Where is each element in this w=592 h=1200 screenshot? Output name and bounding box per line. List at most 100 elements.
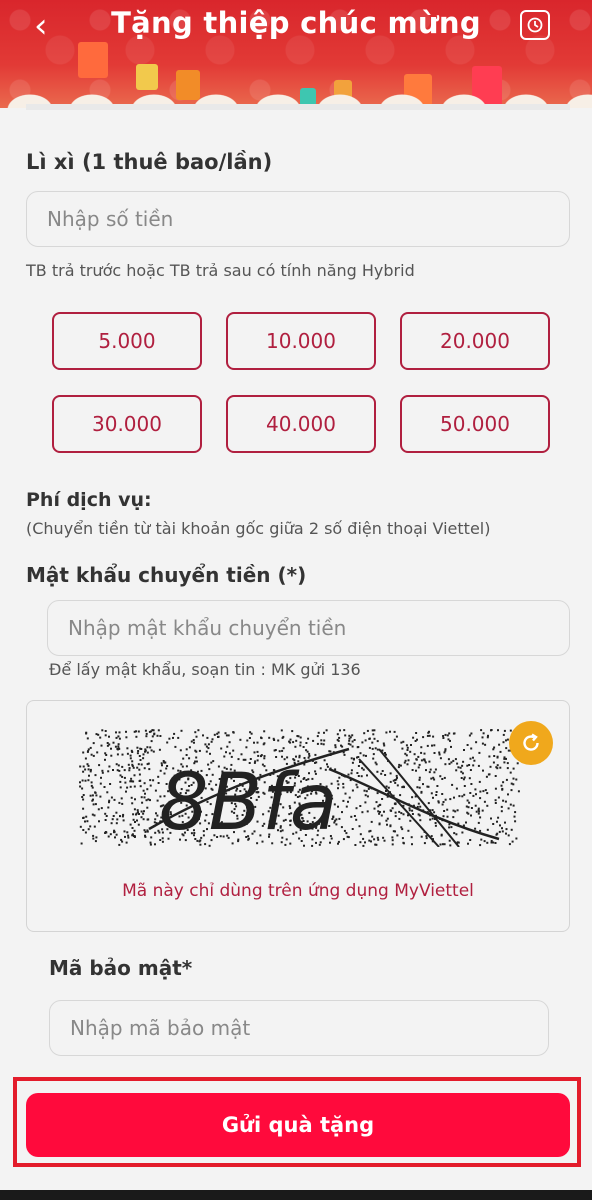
captcha-noise-dot: [468, 734, 471, 737]
captcha-noise-dot: [394, 803, 397, 806]
captcha-noise-dot: [336, 733, 339, 736]
captcha-noise-dot: [106, 791, 109, 794]
captcha-noise-dot: [502, 733, 505, 736]
captcha-noise-dot: [197, 729, 200, 732]
captcha-noise-dot: [481, 809, 484, 812]
captcha-noise-dot: [494, 787, 497, 790]
captcha-noise-dot: [148, 730, 151, 733]
captcha-noise-dot: [281, 736, 284, 739]
captcha-noise-dot: [402, 842, 405, 845]
captcha-noise-dot: [423, 842, 426, 845]
captcha-noise-dot: [143, 782, 146, 785]
captcha-noise-dot: [112, 769, 114, 771]
amount-option-50000[interactable]: 50.000: [400, 395, 550, 453]
captcha-noise-dot: [361, 811, 364, 814]
captcha-noise-dot: [409, 750, 412, 753]
captcha-noise-dot: [225, 751, 227, 754]
refresh-captcha-button[interactable]: [509, 721, 553, 765]
captcha-noise-dot: [484, 743, 487, 746]
amount-option-30000[interactable]: 30.000: [52, 395, 202, 453]
captcha-noise-dot: [127, 763, 130, 766]
captcha-noise-dot: [362, 837, 365, 840]
captcha-noise-dot: [268, 736, 271, 739]
captcha-noise-dot: [342, 838, 345, 841]
captcha-noise-dot: [473, 759, 476, 762]
history-button[interactable]: [520, 10, 550, 40]
captcha-noise-dot: [140, 816, 143, 819]
captcha-noise-dot: [424, 761, 427, 764]
captcha-noise-dot: [92, 834, 95, 837]
captcha-noise-dot: [372, 757, 375, 760]
captcha-noise-dot: [502, 799, 505, 802]
captcha-noise-dot: [123, 830, 126, 833]
captcha-noise-dot: [496, 820, 498, 823]
captcha-noise-dot: [439, 757, 442, 760]
password-input[interactable]: Nhập mật khẩu chuyển tiền: [47, 600, 570, 656]
captcha-noise-dot: [443, 776, 446, 779]
captcha-noise-dot: [455, 787, 458, 790]
captcha-noise-dot: [376, 792, 379, 795]
security-placeholder: Nhập mã bảo mật: [70, 1016, 251, 1040]
captcha-noise-dot: [427, 731, 430, 734]
captcha-noise-dot: [434, 768, 437, 771]
captcha-noise-dot: [474, 788, 477, 791]
amount-option-10000[interactable]: 10.000: [226, 312, 376, 370]
captcha-noise-dot: [120, 797, 123, 800]
captcha-noise-dot: [127, 834, 130, 837]
captcha-noise-dot: [474, 804, 477, 807]
captcha-noise-dot: [408, 807, 411, 810]
captcha-noise-dot: [439, 843, 442, 846]
captcha-noise-dot: [442, 735, 445, 737]
submit-gift-button[interactable]: Gửi quà tặng: [26, 1093, 570, 1157]
captcha-noise-dot: [368, 746, 371, 749]
captcha-noise-dot: [494, 802, 497, 804]
captcha-noise-dot: [104, 730, 107, 732]
amount-option-20000[interactable]: 20.000: [400, 312, 550, 370]
captcha-noise-dot: [133, 785, 136, 788]
captcha-noise-dot: [374, 747, 377, 750]
captcha-noise-dot: [383, 810, 385, 813]
captcha-noise-dot: [217, 731, 220, 734]
captcha-noise-dot: [448, 839, 451, 842]
captcha-noise-dot: [99, 736, 102, 739]
captcha-noise-dot: [420, 746, 423, 749]
captcha-noise-dot: [207, 743, 210, 746]
captcha-noise-dot: [481, 742, 484, 745]
captcha-noise-dot: [256, 741, 259, 744]
captcha-noise-dot: [107, 806, 110, 809]
captcha-noise-dot: [429, 818, 432, 821]
captcha-noise-dot: [371, 835, 374, 838]
security-code-input[interactable]: Nhập mã bảo mật: [49, 1000, 549, 1056]
captcha-noise-dot: [373, 737, 376, 740]
amount-input[interactable]: Nhập số tiền: [26, 191, 570, 247]
captcha-noise-dot: [157, 729, 160, 732]
captcha-noise-dot: [428, 760, 431, 763]
captcha-noise-dot: [482, 732, 485, 735]
captcha-noise-dot: [320, 739, 323, 742]
captcha-noise-dot: [431, 817, 434, 820]
captcha-noise-dot: [145, 732, 148, 735]
captcha-noise-dot: [389, 730, 391, 733]
captcha-noise-dot: [109, 783, 112, 785]
captcha-noise-dot: [410, 836, 413, 839]
captcha-noise-dot: [492, 841, 495, 844]
amount-option-40000[interactable]: 40.000: [226, 395, 376, 453]
captcha-noise-dot: [463, 776, 466, 779]
captcha-noise-dot: [472, 756, 474, 759]
amount-option-5000[interactable]: 5.000: [52, 312, 202, 370]
captcha-noise-dot: [469, 769, 472, 771]
captcha-noise-dot: [143, 796, 146, 799]
captcha-noise-dot: [396, 834, 399, 837]
captcha-noise-dot: [477, 812, 480, 815]
captcha-noise-dot: [366, 810, 369, 813]
captcha-noise-dot: [79, 765, 82, 768]
captcha-noise-dot: [87, 750, 89, 753]
captcha-noise-dot: [470, 814, 472, 817]
captcha-noise-dot: [496, 767, 499, 770]
captcha-noise-dot: [426, 744, 429, 747]
captcha-noise-dot: [509, 803, 512, 806]
captcha-noise-dot: [494, 799, 497, 802]
security-title: Mã bảo mật*: [49, 956, 193, 980]
captcha-noise-dot: [467, 806, 470, 809]
captcha-noise-dot: [195, 735, 198, 738]
